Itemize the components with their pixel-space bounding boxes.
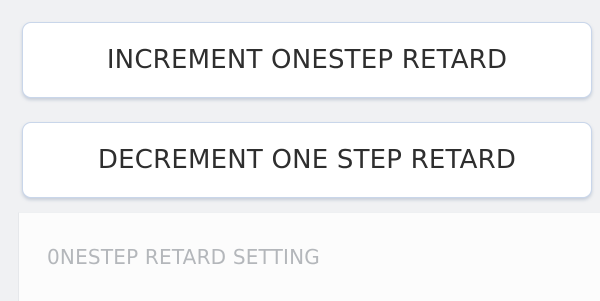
increment-button-label: INCREMENT ONESTEP RETARD [106, 45, 508, 75]
decrement-button-label: DECREMENT ONE STEP RETARD [97, 145, 517, 175]
setting-field-placeholder: 0NESTEP RETARD SETTING [47, 245, 320, 269]
onestep-retard-setting-field[interactable]: 0NESTEP RETARD SETTING [18, 212, 600, 301]
increment-onestep-retard-button[interactable]: INCREMENT ONESTEP RETARD [22, 22, 592, 98]
retard-control-panel: INCREMENT ONESTEP RETARD DECREMENT ONE S… [0, 0, 600, 301]
decrement-onestep-retard-button[interactable]: DECREMENT ONE STEP RETARD [22, 122, 592, 198]
